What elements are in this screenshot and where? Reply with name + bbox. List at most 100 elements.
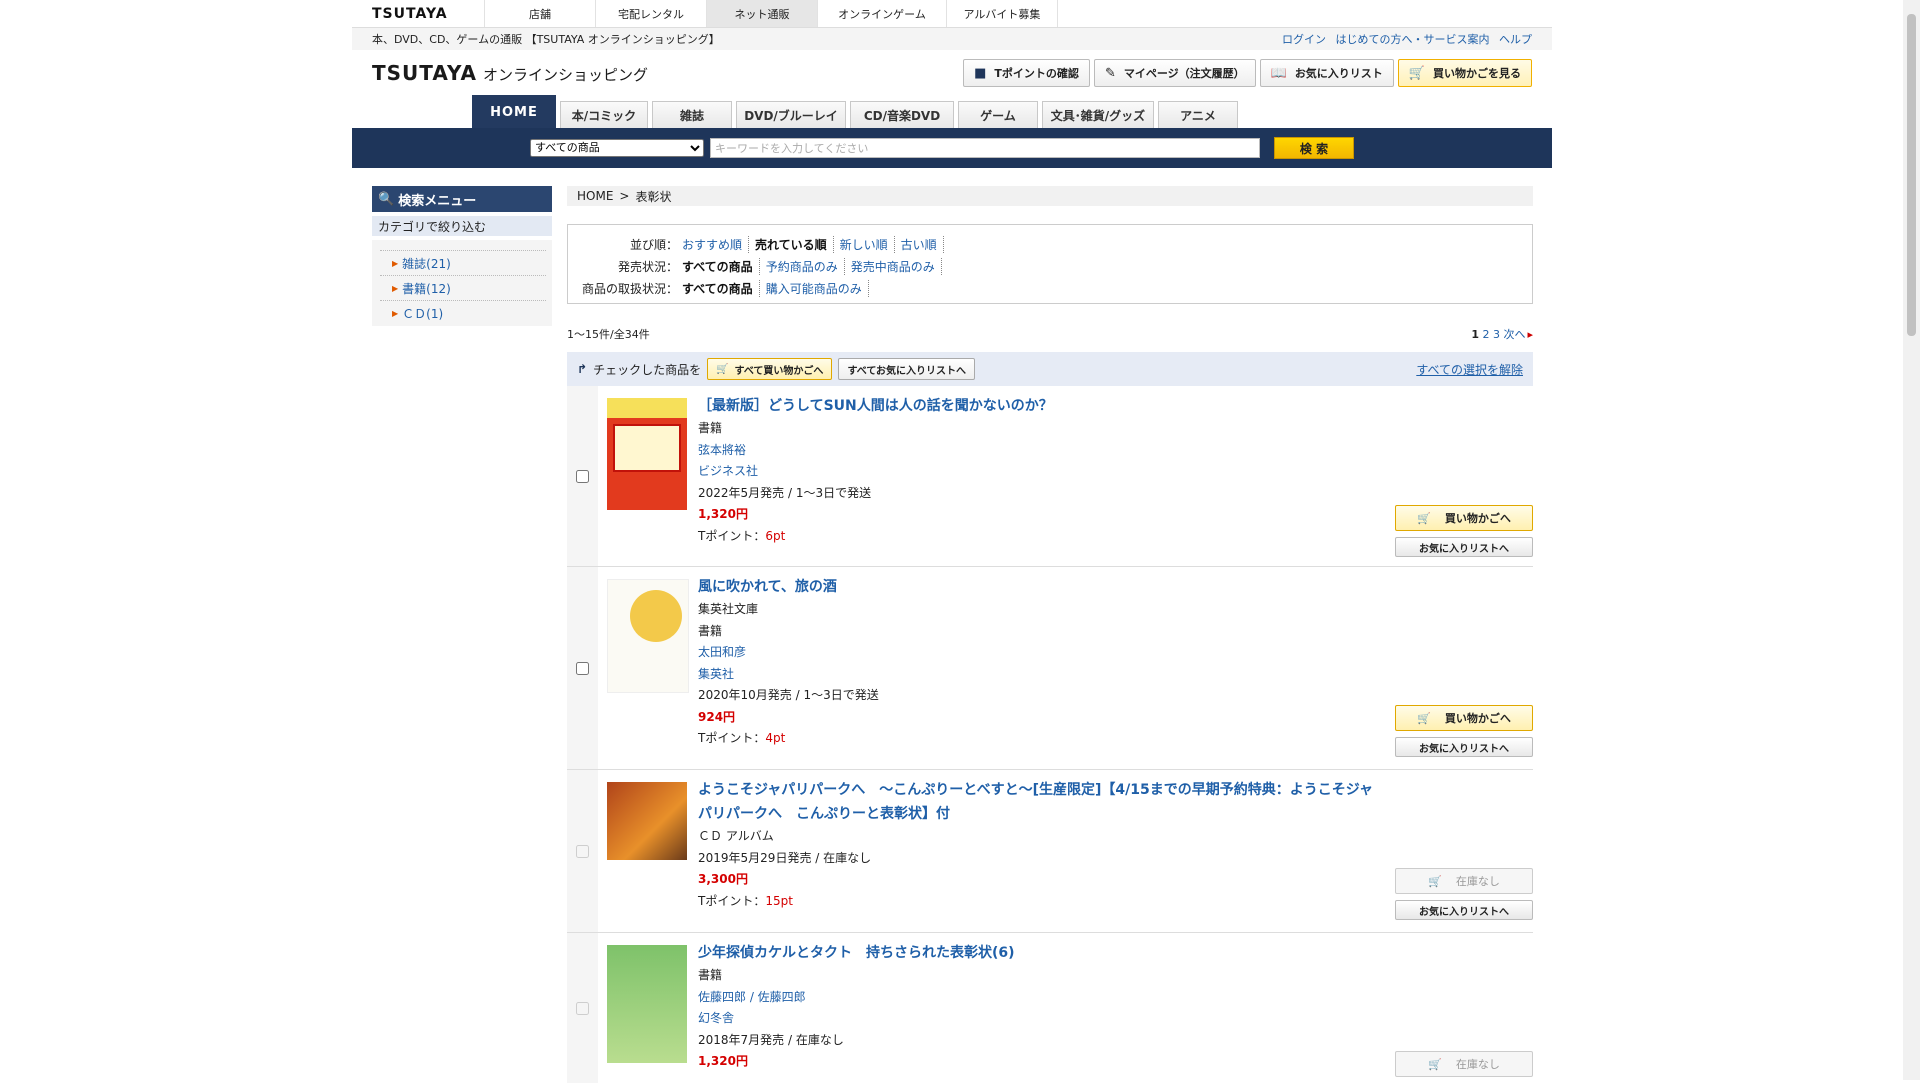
release-onsale[interactable]: 発売中商品のみ [851, 257, 942, 275]
tsutaya-logo[interactable]: TSUTAYA [352, 0, 484, 27]
category-item[interactable]: ▶ 書籍(12) [380, 275, 546, 300]
stock-available[interactable]: 購入可能商品のみ [766, 279, 869, 297]
category-cd-link[interactable]: ＣＤ(1) [402, 305, 443, 322]
category-item[interactable]: ▶ ＣＤ(1) [380, 300, 546, 325]
item-point: 6pt [765, 528, 786, 543]
category-magazine-link[interactable]: 雑誌(21) [402, 255, 451, 272]
topnav-online-game[interactable]: オンラインゲーム [817, 0, 946, 27]
sort-bestselling: 売れている順 [755, 235, 834, 253]
item-author-link[interactable]: 弦本將裕 [698, 443, 746, 457]
category-books-link[interactable]: 書籍(12) [402, 280, 451, 297]
checkbox-cell [567, 933, 598, 1083]
item-publisher-link[interactable]: 幻冬舎 [698, 1011, 734, 1025]
item-checkbox[interactable] [576, 844, 589, 858]
sort-newest[interactable]: 新しい順 [840, 235, 895, 253]
tpoint-icon: ■ [974, 65, 987, 81]
add-to-cart-button[interactable]: 🛒 買い物かごへ [1395, 705, 1533, 731]
product-image[interactable] [607, 398, 687, 510]
main-content: HOME > 表彰状 並び順： おすすめ順 売れている順 新しい順 古い順 発売状況… [567, 186, 1533, 1083]
bend-arrow-icon: ↱ [577, 362, 588, 376]
guide-link[interactable]: はじめての方へ・サービス案内 [1336, 33, 1490, 46]
item-title-link[interactable]: 風に吹かれて、旅の酒 [698, 579, 837, 595]
favorites-label: お気に入りリスト [1294, 67, 1383, 80]
category-item[interactable]: ▶ 雑誌(21) [380, 250, 546, 275]
item-publisher-link[interactable]: 集英社 [698, 667, 734, 681]
tab-dvd-bluray[interactable]: DVD/ブルーレイ [736, 101, 846, 128]
item-format: 書籍 [698, 968, 723, 982]
item-info: 風に吹かれて、旅の酒 集英社文庫 書籍 太田和彦 集英社 2020年10月発売 … [698, 575, 1383, 750]
add-to-favorites-button[interactable]: お気に入りリストへ [1395, 737, 1533, 757]
checkbox-cell [567, 770, 598, 932]
next-page-link[interactable]: 次へ [1503, 328, 1525, 341]
clear-selection-link[interactable]: すべての選択を解除 [1416, 361, 1523, 378]
tab-home[interactable]: HOME [472, 95, 556, 128]
search-category-select[interactable]: すべての商品 [530, 139, 704, 157]
item-author-link[interactable]: 佐藤四郎 / 佐藤四郎 [698, 990, 806, 1004]
tab-games[interactable]: ゲーム [958, 101, 1038, 128]
tpoint-button[interactable]: ■ Tポイントの確認 [963, 59, 1090, 87]
item-point-label: Tポイント： [698, 731, 766, 745]
scrollbar-thumb[interactable] [1907, 14, 1916, 336]
search-menu-sidebar: 🔍 検索メニュー カテゴリで絞り込む ▶ 雑誌(21) ▶ 書籍(12) ▶ ＣＤ(1) [372, 186, 552, 326]
checkbox-cell [567, 386, 598, 566]
item-price: 1,320円 [698, 1054, 748, 1068]
view-cart-button[interactable]: 🛒 買い物かごを見る [1397, 59, 1532, 87]
cart-icon: 🛒 [1417, 511, 1431, 525]
item-title-link[interactable]: ようこそジャパリパークへ ～こんぷりーとべすと～[生産限定]【4/15までの早期… [698, 782, 1373, 822]
item-publisher-link[interactable]: ビジネス社 [698, 464, 758, 478]
vertical-scrollbar[interactable] [1903, 0, 1920, 1080]
item-checkbox[interactable] [576, 1001, 589, 1015]
release-preorder[interactable]: 予約商品のみ [766, 257, 845, 275]
item-title-link[interactable]: 少年探偵カケルとタクト 持ちさられた表彰状(6) [698, 945, 1015, 961]
search-input[interactable]: キーワードを入力してください [710, 138, 1260, 158]
tab-cd-music-dvd[interactable]: CD/音楽DVD [850, 101, 954, 128]
add-to-cart-button[interactable]: 🛒 買い物かごへ [1395, 505, 1533, 531]
item-price: 1,320円 [698, 507, 748, 521]
page-wrapper: TSUTAYA 店舗 宅配レンタル ネット通販 オンラインゲーム アルバイト募集… [352, 0, 1552, 1083]
all-to-cart-label: すべて買い物かごへ [734, 365, 824, 377]
all-to-favorites-button[interactable]: すべてお気に入りリストへ [838, 358, 976, 380]
product-image[interactable] [607, 782, 687, 860]
all-to-cart-button[interactable]: 🛒 すべて買い物かごへ [707, 358, 833, 380]
item-checkbox[interactable] [576, 469, 589, 483]
topnav-part-time[interactable]: アルバイト募集 [946, 0, 1058, 27]
cart-icon: 🛒 [1408, 65, 1425, 81]
help-link[interactable]: ヘルプ [1499, 33, 1532, 46]
sort-recommended[interactable]: おすすめ順 [682, 235, 750, 253]
favorites-button[interactable]: 📖 お気に入りリスト [1259, 59, 1394, 87]
item-title-link[interactable]: ［最新版］どうしてSUN人間は人の話を聞かないのか？ [698, 398, 1053, 414]
login-link[interactable]: ログイン [1282, 33, 1326, 46]
tab-goods[interactable]: 文具･雑貨/グッズ [1042, 101, 1154, 128]
tab-books-comics[interactable]: 本/コミック [560, 101, 648, 128]
tagline: 本、DVD、CD、ゲームの通販 【TSUTAYA オンラインショッピング】 [372, 33, 720, 46]
item-point-label: Tポイント： [698, 528, 766, 543]
triangle-icon: ▶ [392, 308, 399, 318]
tab-anime[interactable]: アニメ [1158, 101, 1238, 128]
brand-logo[interactable]: TSUTAYA オンラインショッピング [372, 61, 648, 85]
breadcrumb-separator: > [619, 189, 630, 203]
item-buttons: 🛒 買い物かごへ お気に入りリストへ [1395, 705, 1533, 757]
item-info: ［最新版］どうしてSUN人間は人の話を聞かないのか？ 書籍 弦本將裕 ビジネス社… [698, 394, 1383, 547]
topnav-rental[interactable]: 宅配レンタル [595, 0, 706, 27]
mypage-button[interactable]: ✎ マイページ（注文履歴） [1093, 59, 1256, 87]
view-cart-label: 買い物かごを見る [1433, 67, 1521, 80]
topnav-store[interactable]: 店舗 [484, 0, 595, 27]
page-link[interactable]: 2 [1482, 328, 1489, 341]
search-bar: すべての商品 キーワードを入力してください 検 索 [352, 128, 1552, 168]
page-link[interactable]: 3 [1493, 328, 1500, 341]
search-menu-title: 検索メニュー [398, 193, 477, 209]
add-to-favorites-button[interactable]: お気に入りリストへ [1395, 537, 1533, 557]
book-icon: 📖 [1270, 65, 1287, 81]
search-button[interactable]: 検 索 [1274, 137, 1354, 159]
product-image[interactable] [607, 579, 689, 693]
add-to-favorites-button[interactable]: お気に入りリストへ [1395, 900, 1533, 920]
item-checkbox[interactable] [576, 661, 589, 675]
breadcrumb-home[interactable]: HOME [577, 189, 613, 203]
product-image[interactable] [607, 945, 687, 1063]
item-author-link[interactable]: 太田和彦 [698, 645, 746, 659]
item-series: 集英社文庫 [698, 602, 759, 616]
cart-icon: 🛒 [1428, 874, 1442, 888]
tab-magazines[interactable]: 雑誌 [652, 101, 732, 128]
topnav-shopping[interactable]: ネット通販 [706, 0, 817, 27]
sort-oldest[interactable]: 古い順 [901, 235, 944, 253]
